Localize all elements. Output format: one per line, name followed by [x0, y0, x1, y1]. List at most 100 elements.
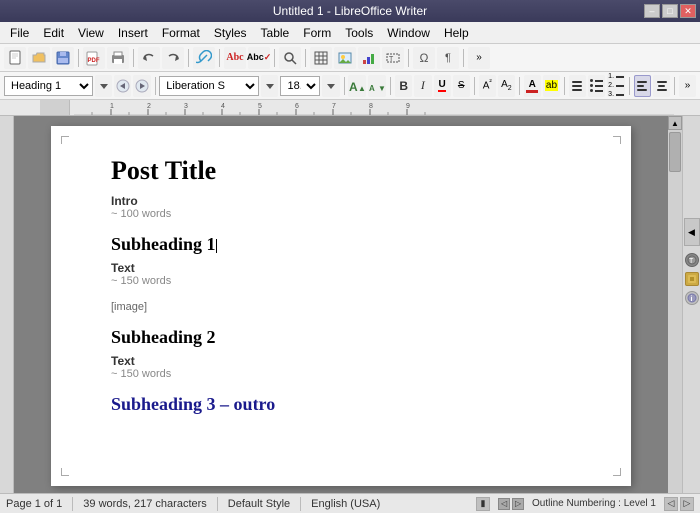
separator [474, 77, 475, 95]
menu-help[interactable]: Help [438, 24, 475, 42]
align-center-button[interactable] [653, 75, 670, 97]
sidebar-toggle-button[interactable]: T [685, 253, 699, 267]
level-decrease-button[interactable]: ◁ [664, 497, 678, 511]
pdf-export-button[interactable]: PDF [83, 47, 105, 69]
menu-file[interactable]: File [4, 24, 35, 42]
svg-text:A: A [349, 80, 358, 93]
scroll-up-button[interactable]: ▲ [668, 116, 682, 130]
strikethrough-button[interactable]: S [453, 75, 470, 97]
intro-hint: ~ 100 words [111, 208, 571, 220]
vertical-scrollbar[interactable]: ▲ [668, 116, 682, 493]
print-button[interactable] [107, 47, 129, 69]
spellcheck-button[interactable]: Abc [224, 47, 246, 69]
menu-insert[interactable]: Insert [112, 24, 154, 42]
open-button[interactable] [28, 47, 50, 69]
more-button[interactable]: » [468, 47, 490, 69]
autocorrect-button[interactable]: Abc✓ [248, 47, 270, 69]
window-title: Untitled 1 - LibreOffice Writer [273, 4, 427, 18]
properties-button[interactable] [685, 272, 699, 286]
save-button[interactable] [52, 47, 74, 69]
separator [274, 49, 275, 67]
horizontal-ruler: 1 2 3 4 5 6 7 8 9 [0, 100, 700, 116]
decrease-font-button[interactable]: A▼ [368, 75, 386, 97]
align-left-button[interactable] [634, 75, 651, 97]
menu-edit[interactable]: Edit [37, 24, 70, 42]
page-corner-br [613, 468, 621, 476]
nonprinting-chars-button[interactable]: ¶ [437, 47, 459, 69]
subheading2[interactable]: Subheading 2 [111, 327, 571, 348]
intro-label[interactable]: Intro [111, 194, 571, 208]
svg-text:i: i [690, 296, 692, 303]
undo-button[interactable] [138, 47, 160, 69]
close-button[interactable]: ✕ [680, 4, 696, 18]
subheading1[interactable]: Subheading 1 [111, 234, 571, 255]
scroll-thumb[interactable] [669, 132, 681, 172]
level-increase-button[interactable]: ▷ [680, 497, 694, 511]
subheading3[interactable]: Subheading 3 – outro [111, 394, 571, 415]
word-count: 39 words, 217 characters [83, 498, 207, 510]
separator [305, 49, 306, 67]
unordered-list-button[interactable] [588, 75, 605, 97]
panel-collapse-button[interactable]: ◀ [684, 218, 700, 246]
menu-format[interactable]: Format [156, 24, 206, 42]
font-size-dropdown-button[interactable] [322, 75, 339, 97]
underline-button[interactable]: U [434, 75, 451, 97]
next-page-button[interactable]: ▷ [512, 498, 524, 510]
paragraph-style[interactable]: Default Style [228, 498, 290, 510]
selection-mode-button[interactable]: ▮ [476, 497, 490, 511]
hyperlink-button[interactable] [193, 47, 215, 69]
menu-table[interactable]: Table [255, 24, 296, 42]
info-button[interactable]: i [685, 291, 699, 305]
separator [519, 77, 520, 95]
document-page[interactable]: Post Title Intro ~ 100 words Subheading … [51, 126, 631, 486]
menu-window[interactable]: Window [381, 24, 436, 42]
styles-dropdown-button[interactable] [95, 75, 112, 97]
line-spacing-button[interactable] [569, 75, 586, 97]
highlight-button[interactable]: ab [543, 75, 560, 97]
navigator-prev-button[interactable] [114, 75, 131, 97]
text2-label[interactable]: Text [111, 354, 571, 368]
insert-table-button[interactable] [310, 47, 332, 69]
increase-font-button[interactable]: A▲ [348, 75, 366, 97]
menu-tools[interactable]: Tools [339, 24, 379, 42]
paragraph-style-select[interactable]: Heading 1 Default Style Heading 2 Headin… [4, 76, 93, 96]
menu-view[interactable]: View [72, 24, 110, 42]
maximize-button[interactable]: □ [662, 4, 678, 18]
standard-toolbar: PDF Abc Abc✓ T Ω ¶ [0, 44, 700, 72]
font-dropdown-button[interactable] [261, 75, 278, 97]
find-button[interactable] [279, 47, 301, 69]
subscript-button[interactable]: A2 [498, 75, 515, 97]
minimize-button[interactable]: – [644, 4, 660, 18]
status-separator3 [300, 497, 301, 511]
italic-button[interactable]: I [414, 75, 431, 97]
font-color-button[interactable]: A [524, 75, 541, 97]
insert-image-button[interactable] [334, 47, 356, 69]
superscript-button[interactable]: A² [479, 75, 496, 97]
ordered-list-button[interactable]: 1. 2. 3. [607, 75, 625, 97]
menu-styles[interactable]: Styles [208, 24, 253, 42]
navigator-next-button[interactable] [133, 75, 150, 97]
prev-page-button[interactable]: ◁ [498, 498, 510, 510]
font-name-select[interactable]: Liberation S Liberation Sans Liberation … [159, 76, 259, 96]
language[interactable]: English (USA) [311, 498, 380, 510]
menu-form[interactable]: Form [297, 24, 337, 42]
text-box-button[interactable]: T [382, 47, 404, 69]
svg-text:8: 8 [369, 103, 373, 110]
document-title[interactable]: Post Title [111, 156, 571, 186]
status-right-area: ▮ ◁ ▷ Outline Numbering : Level 1 ◁ ▷ [476, 497, 694, 511]
text1-label[interactable]: Text [111, 261, 571, 275]
image-placeholder: [image] [111, 301, 571, 313]
document-area[interactable]: Post Title Intro ~ 100 words Subheading … [14, 116, 668, 493]
special-char-button[interactable]: Ω [413, 47, 435, 69]
separator [219, 49, 220, 67]
redo-button[interactable] [162, 47, 184, 69]
insert-chart-button[interactable] [358, 47, 380, 69]
new-button[interactable] [4, 47, 26, 69]
svg-text:T: T [389, 56, 394, 63]
svg-text:▼: ▼ [378, 84, 385, 93]
svg-text:7: 7 [332, 103, 336, 110]
font-size-select[interactable]: 18.2 10 12 14 16 18 24 36 [280, 76, 320, 96]
bold-button[interactable]: B [395, 75, 412, 97]
more-format-button[interactable]: » [679, 75, 696, 97]
text-cursor [216, 239, 217, 253]
